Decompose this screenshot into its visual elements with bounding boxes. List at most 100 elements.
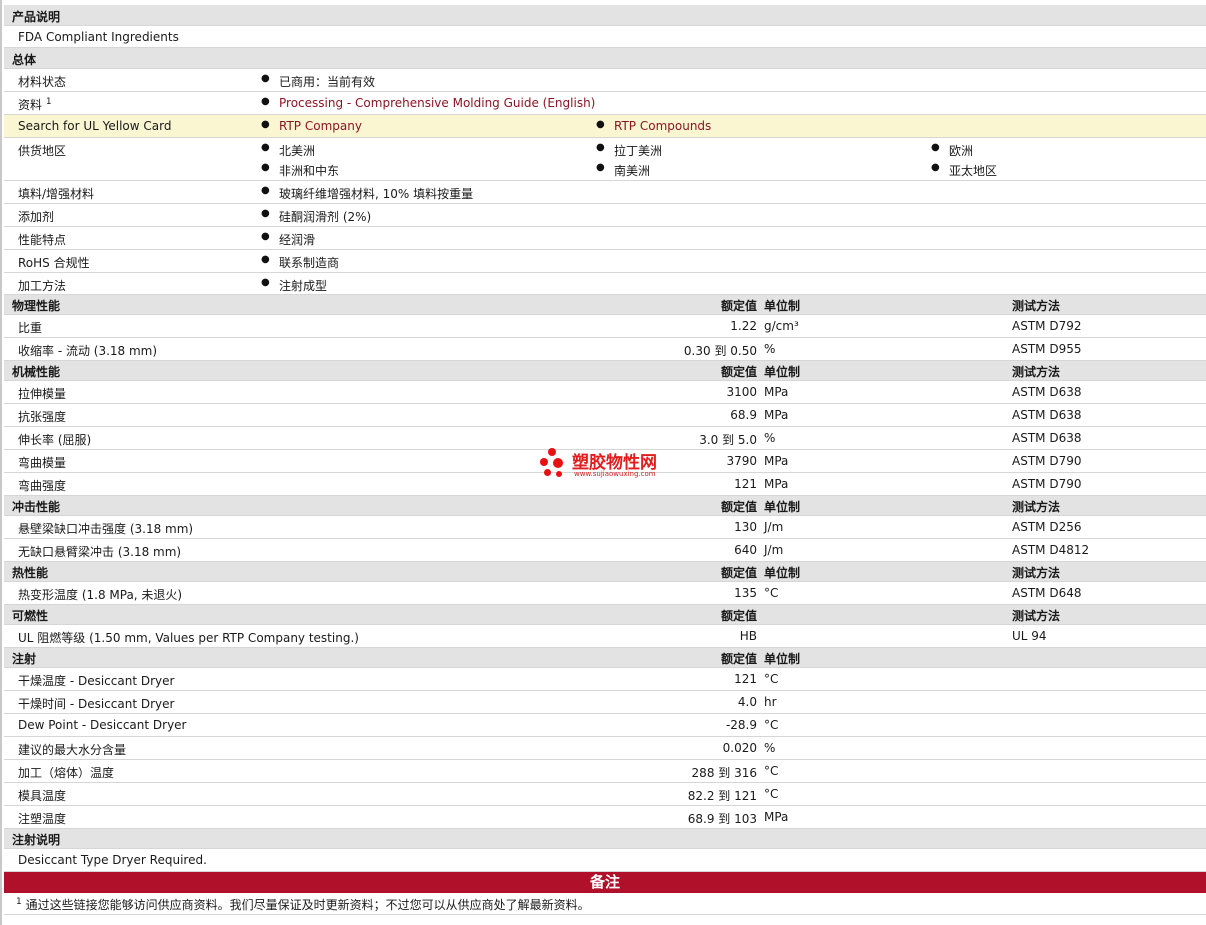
column-header-unit: 单位制 [764, 299, 801, 313]
notes-row: 1 通过这些链接您能够访问供应商资料。我们尽量保证及时更新资料；不过您可以从供应… [4, 893, 1206, 915]
nominal-value: 4.0 [737, 695, 757, 709]
nominal-value: 130 [734, 520, 757, 534]
section-header-physical: 物理性能 额定值 单位制 测试方法 [4, 295, 1206, 315]
row-label: 性能特点 [18, 233, 67, 247]
column-header-nominal: 额定值 [720, 365, 757, 379]
row-label: 抗张强度 [18, 410, 67, 424]
table-row: 拉伸模量 3100 MPa ASTM D638 [4, 381, 1206, 404]
rtp-compounds-link[interactable]: RTP Compounds [614, 119, 711, 133]
datasheet: 产品说明 FDA Compliant Ingredients 总体 材料状态 已… [0, 0, 1206, 925]
list-bullet: Processing - Comprehensive Molding Guide… [261, 96, 595, 110]
row-label: 模具温度 [18, 789, 67, 803]
nominal-value: -28.9 [725, 718, 757, 732]
product-line-text: FDA Compliant Ingredients [18, 30, 179, 44]
column-header-unit: 单位制 [764, 365, 801, 379]
section-title: 可燃性 [12, 609, 49, 623]
section-title: 注射说明 [12, 833, 61, 847]
table-row: 无缺口悬臂梁冲击 (3.18 mm) 640 J/m ASTM D4812 [4, 539, 1206, 562]
section-header-injection-notes: 注射说明 [4, 829, 1206, 849]
additive-row: 添加剂 硅酮润滑剂 (2%) [4, 204, 1206, 227]
test-method: ASTM D790 [1012, 477, 1082, 491]
nominal-value: 0.30 到 0.50 [683, 344, 757, 358]
unit-value: MPa [764, 408, 789, 422]
section-title: 机械性能 [12, 365, 61, 379]
rohs-value: 联系制造商 [261, 254, 339, 271]
column-header-nominal: 额定值 [720, 299, 757, 313]
nominal-value: 121 [734, 672, 757, 686]
test-method: ASTM D955 [1012, 342, 1082, 356]
test-method: ASTM D256 [1012, 520, 1082, 534]
row-label: 加工方法 [18, 279, 67, 293]
nominal-value: 3100 [726, 385, 757, 399]
section-title: 冲击性能 [12, 500, 61, 514]
table-row: 模具温度 82.2 到 121 °C [4, 783, 1206, 806]
test-method: ASTM D638 [1012, 385, 1082, 399]
table-row: 热变形温度 (1.8 MPa, 未退火) 135 °C ASTM D648 [4, 582, 1206, 605]
unit-value: % [764, 342, 776, 356]
unit-value: J/m [764, 543, 784, 557]
row-label: 注塑温度 [18, 812, 67, 826]
row-label: 弯曲模量 [18, 456, 67, 470]
section-title: 热性能 [12, 566, 49, 580]
table-row: 注塑温度 68.9 到 103 MPa [4, 806, 1206, 829]
row-label: 悬壁梁缺口冲击强度 (3.18 mm) [18, 522, 194, 536]
list-bullet: RTP Company [261, 119, 362, 133]
section-title: 产品说明 [12, 10, 61, 24]
row-label: 添加剂 [18, 210, 55, 224]
molding-guide-link[interactable]: Processing - Comprehensive Molding Guide… [279, 96, 595, 110]
nominal-value: HB [739, 629, 757, 643]
row-label: RoHS 合规性 [18, 256, 90, 270]
footnote-marker: 1 [45, 97, 52, 107]
section-header-impact: 冲击性能 额定值 单位制 测试方法 [4, 496, 1206, 516]
product-line-row: FDA Compliant Ingredients [4, 26, 1206, 48]
ul-yellow-card-row: Search for UL Yellow Card RTP Company RT… [4, 115, 1206, 138]
column-header-method: 测试方法 [1012, 500, 1061, 514]
column-header-method: 测试方法 [1012, 299, 1061, 313]
region-item: 非洲和中东 [261, 162, 339, 179]
table-row: 悬壁梁缺口冲击强度 (3.18 mm) 130 J/m ASTM D256 [4, 516, 1206, 539]
column-header-method: 测试方法 [1012, 609, 1061, 623]
unit-value: °C [764, 764, 779, 778]
unit-value: % [764, 741, 776, 755]
nominal-value: 640 [734, 543, 757, 557]
column-header-unit: 单位制 [764, 652, 801, 666]
section-title: 注射 [12, 652, 37, 666]
supply-regions-row: 供货地区 北美洲 拉丁美洲 欧洲 非洲和中东 南美洲 亚太地区 [4, 138, 1206, 181]
test-method: ASTM D648 [1012, 586, 1082, 600]
section-header-general: 总体 [4, 48, 1206, 69]
row-label: 材料状态 [18, 75, 67, 89]
features-row: 性能特点 经润滑 [4, 227, 1206, 250]
unit-value: °C [764, 718, 779, 732]
note-text-line: 1 通过这些链接您能够访问供应商资料。我们尽量保证及时更新资料；不过您可以从供应… [16, 896, 590, 913]
region-item: 南美洲 [596, 162, 650, 179]
unit-value: MPa [764, 454, 789, 468]
documents-row: 资料 1 Processing - Comprehensive Molding … [4, 92, 1206, 115]
unit-value: MPa [764, 477, 789, 491]
rtp-company-link[interactable]: RTP Company [279, 119, 362, 133]
table-row: 加工（熔体）温度 288 到 316 °C [4, 760, 1206, 783]
region-item: 亚太地区 [931, 162, 997, 179]
table-row: 干燥时间 - Desiccant Dryer 4.0 hr [4, 691, 1206, 714]
table-row: 建议的最大水分含量 0.020% [4, 737, 1206, 760]
row-label: 比重 [18, 321, 43, 335]
nominal-value: 288 到 316 [691, 766, 757, 780]
processing-method-row: 加工方法 注射成型 [4, 273, 1206, 295]
row-label: 干燥温度 - Desiccant Dryer [18, 674, 175, 688]
row-label: Search for UL Yellow Card [18, 119, 172, 133]
filler-row: 填料/增强材料 玻璃纤维增强材料, 10% 填料按重量 [4, 181, 1206, 204]
unit-value: °C [764, 586, 779, 600]
column-header-method: 测试方法 [1012, 566, 1061, 580]
test-method: ASTM D792 [1012, 319, 1082, 333]
unit-value: hr [764, 695, 777, 709]
test-method: UL 94 [1012, 629, 1047, 643]
column-header-unit: 单位制 [764, 500, 801, 514]
row-label: Dew Point - Desiccant Dryer [18, 718, 187, 732]
region-item: 拉丁美洲 [596, 142, 662, 159]
unit-value: MPa [764, 385, 789, 399]
nominal-value: 1.22 [730, 319, 757, 333]
test-method: ASTM D790 [1012, 454, 1082, 468]
unit-value: °C [764, 672, 779, 686]
test-method: ASTM D638 [1012, 408, 1082, 422]
row-label: 加工（熔体）温度 [18, 766, 115, 780]
injection-notes-row: Desiccant Type Dryer Required. [4, 849, 1206, 872]
